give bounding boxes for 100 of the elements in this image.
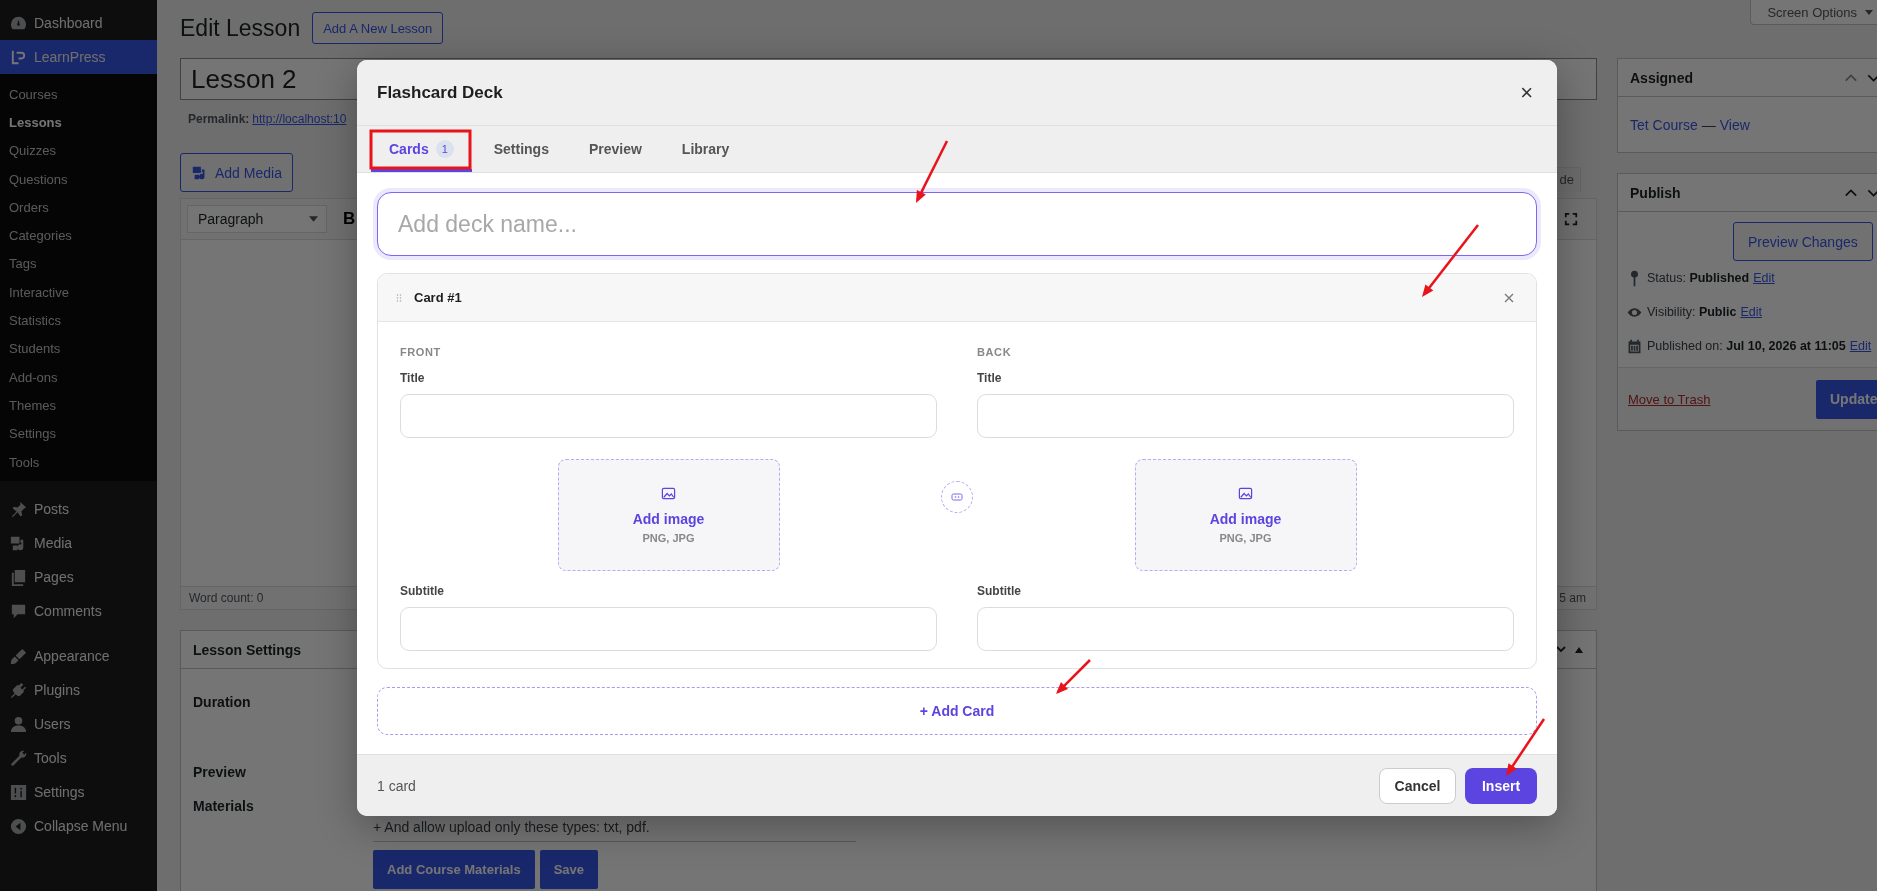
course-link[interactable]: Tet Course <box>1630 116 1698 133</box>
panel-title: Lesson Settings <box>193 641 302 658</box>
menu-item[interactable]: LearnPress <box>0 40 157 74</box>
menu-item[interactable]: Media <box>0 526 157 561</box>
image-icon <box>1238 486 1253 501</box>
field-label: Preview <box>193 764 247 782</box>
insert-button[interactable]: Insert <box>1465 767 1537 804</box>
menu-item[interactable]: Pages <box>0 560 157 595</box>
status-text: Visibility: Public <box>1647 305 1737 319</box>
field-label: Subtitle <box>400 584 445 598</box>
dialog-title: Flashcard Deck <box>377 82 503 103</box>
image-drop-zone[interactable]: Add image PNG, JPG <box>1134 459 1357 571</box>
tab[interactable]: Settings <box>475 126 567 172</box>
field-label: Title <box>400 371 426 385</box>
menu-item[interactable]: Settings <box>0 775 157 810</box>
subtitle-field[interactable] <box>400 607 937 651</box>
field-label: Materials <box>193 798 255 816</box>
submenu-item[interactable]: Categories <box>0 221 157 250</box>
annotation-arrow <box>916 140 949 203</box>
tab[interactable]: Preview <box>570 126 660 172</box>
format-hint: PNG, JPG <box>642 532 695 544</box>
menu-item[interactable]: Tools <box>0 741 157 776</box>
panel-title: Publish <box>1630 184 1681 201</box>
drag-handle-icon[interactable] <box>396 292 402 303</box>
image-icon <box>661 486 676 501</box>
format-select[interactable]: Paragraph <box>187 205 327 233</box>
last-edited-text: 5 am <box>1559 591 1586 605</box>
view-link[interactable]: View <box>1719 116 1750 133</box>
permalink-label: Permalink: <box>188 112 250 126</box>
submenu-item[interactable]: Interactive <box>0 278 157 307</box>
close-button[interactable]: × <box>1516 79 1537 106</box>
sliders-icon <box>9 782 28 802</box>
swap-button[interactable] <box>941 481 973 513</box>
title-field[interactable] <box>400 394 937 438</box>
subtitle-field[interactable] <box>977 607 1514 651</box>
panel-title: Assigned <box>1630 69 1693 86</box>
close-icon[interactable] <box>1504 292 1514 303</box>
menu-item[interactable]: Posts <box>0 492 157 527</box>
submenu-item[interactable]: Lessons <box>0 108 157 137</box>
add-image-label: Add image <box>632 511 705 527</box>
format-hint: PNG, JPG <box>1219 532 1272 544</box>
title-field[interactable] <box>977 394 1514 438</box>
swap-icon <box>951 493 963 501</box>
update-button[interactable]: Update <box>1816 379 1877 419</box>
submenu-item[interactable]: Themes <box>0 391 157 420</box>
submenu-item[interactable]: Quizzes <box>0 136 157 165</box>
count-badge: 1 <box>435 140 454 158</box>
action-button[interactable]: Save <box>539 850 599 889</box>
status-text: Published on: Jul 10, 2026 at 11:05 <box>1647 339 1846 353</box>
card-title: Card #1 <box>414 290 463 305</box>
preview-changes-button[interactable]: Preview Changes <box>1733 222 1873 261</box>
menu-item[interactable]: Collapse Menu <box>0 809 157 844</box>
cancel-button[interactable]: Cancel <box>1379 767 1456 804</box>
deck-name-field[interactable]: Add deck name... <box>377 192 1537 256</box>
submenu-item[interactable]: Tools <box>0 447 157 477</box>
action-button[interactable]: Add Course Materials <box>373 850 535 889</box>
pages-icon <box>9 567 28 587</box>
submenu-item[interactable]: Courses <box>0 80 157 109</box>
calendar-icon <box>1626 337 1643 355</box>
field-label: Subtitle <box>977 584 1022 598</box>
add-card-button[interactable]: + Add Card <box>377 687 1537 735</box>
separator-text: — <box>1701 116 1716 133</box>
add-new-button[interactable]: Add A New Lesson <box>312 12 444 44</box>
edit-link[interactable]: Edit <box>1740 305 1762 319</box>
field-label: Duration <box>193 694 252 712</box>
edit-link[interactable]: Edit <box>1753 271 1775 285</box>
add-image-label: Add image <box>1209 511 1282 527</box>
menu-item[interactable]: Dashboard <box>0 6 157 40</box>
trash-link[interactable]: Move to Trash <box>1628 391 1711 407</box>
annotation-arrow <box>1506 718 1546 776</box>
side-heading: FRONT <box>400 346 442 358</box>
submenu-item[interactable]: Statistics <box>0 306 157 335</box>
tab[interactable]: Library <box>663 126 748 172</box>
submenu-item[interactable]: Tags <box>0 249 157 279</box>
submenu-item[interactable]: Settings <box>0 419 157 448</box>
expand-icon[interactable] <box>1564 212 1578 226</box>
bold-button[interactable]: B <box>339 209 360 229</box>
permalink-link[interactable]: http://localhost:10 <box>252 112 347 126</box>
card-count: 1 card <box>377 777 416 794</box>
menu-item[interactable]: Users <box>0 707 157 742</box>
caret-icon <box>309 216 318 222</box>
brush-icon <box>9 646 28 666</box>
word-count: Word count: 0 <box>189 591 264 605</box>
screen-options-button[interactable]: Screen Options <box>1750 0 1877 25</box>
submenu-item[interactable]: Students <box>0 334 157 363</box>
annotation-arrow <box>1056 659 1091 694</box>
pin-icon <box>9 499 28 519</box>
menu-item[interactable]: Appearance <box>0 639 157 674</box>
edit-link[interactable]: Edit <box>1849 339 1872 353</box>
upload-note: + And allow upload only these types: txt, pdf. <box>373 819 856 842</box>
submenu-item[interactable]: Add-ons <box>0 362 157 392</box>
panel-toggle-icon[interactable] <box>1556 644 1584 655</box>
image-drop-zone[interactable]: Add image PNG, JPG <box>557 459 780 571</box>
tab[interactable]: Cards 1 <box>371 126 472 172</box>
menu-item[interactable]: Plugins <box>0 673 157 708</box>
submenu-item[interactable]: Questions <box>0 164 157 194</box>
menu-item[interactable]: Comments <box>0 594 157 629</box>
add-media-button[interactable]: Add Media <box>180 153 293 192</box>
field-label: Title <box>977 371 1003 385</box>
submenu-item[interactable]: Orders <box>0 193 157 222</box>
